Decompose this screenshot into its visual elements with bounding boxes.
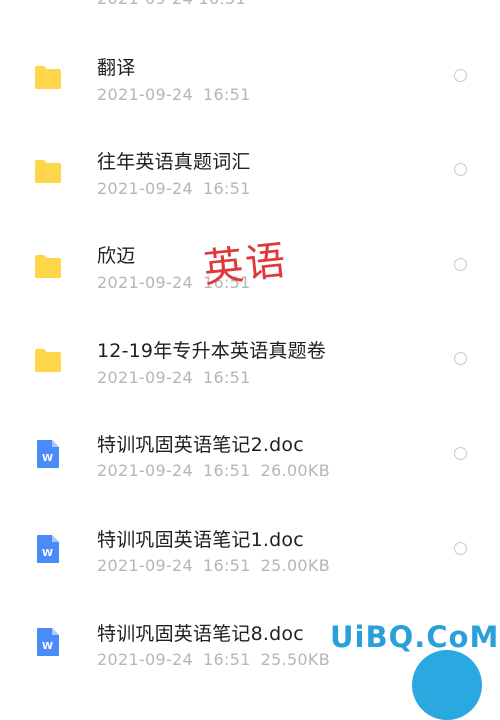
file-time: 16:51 [202, 461, 251, 480]
doc-glyph: W [42, 453, 53, 464]
file-name: 特训巩固英语笔记2.doc [97, 434, 304, 456]
folder-icon [33, 253, 63, 283]
doc-glyph: W [42, 641, 53, 652]
file-meta: 2021-09-24 16:51 [97, 85, 251, 104]
floating-action-button[interactable] [412, 650, 482, 720]
file-meta: 2021-09-24 16:51 [97, 368, 251, 387]
file-date: 2021-09-24 [97, 273, 193, 292]
site-watermark-logo: UiBQ.CoM [330, 620, 500, 654]
select-radio[interactable] [454, 69, 467, 82]
file-name: 往年英语真题词汇 [97, 151, 251, 173]
folder-icon [33, 64, 63, 94]
folder-icon [33, 158, 63, 188]
select-radio[interactable] [454, 163, 467, 176]
file-time: 16:51 [202, 179, 251, 198]
file-meta: 2021-09-24 16:51 25.00KB [97, 556, 330, 575]
word-doc-icon: W [36, 534, 60, 568]
file-date: 2021-09-24 [97, 85, 193, 104]
file-date: 2021-09-24 [97, 179, 193, 198]
file-name: 12-19年专升本英语真题卷 [97, 340, 327, 362]
list-item[interactable]: 翻译 2021-09-24 16:51 [0, 48, 500, 142]
file-time: 16:51 [202, 650, 251, 669]
file-name: 翻译 [97, 57, 136, 79]
select-radio[interactable] [454, 542, 467, 555]
file-name: 欣迈 [97, 245, 136, 267]
select-radio[interactable] [454, 447, 467, 460]
file-name: 特训巩固英语笔记8.doc [97, 623, 304, 645]
file-meta: 2021-09-24 16:51 26.00KB [97, 461, 330, 480]
select-radio[interactable] [454, 258, 467, 271]
file-meta: 2021-09-24 16:51 [97, 179, 251, 198]
file-size: 25.00KB [260, 556, 330, 575]
list-item[interactable]: W 特训巩固英语笔记2.doc 2021-09-24 16:51 26.00KB [0, 426, 500, 520]
file-date: 2021-09-24 [97, 650, 193, 669]
file-size: 26.00KB [260, 461, 330, 480]
file-name: 特训巩固英语笔记1.doc [97, 529, 304, 551]
file-meta: 2021-09-24 16:51 25.50KB [97, 650, 330, 669]
watermark-text: 英语 [201, 237, 290, 293]
file-date: 2021-09-24 [97, 556, 193, 575]
word-doc-icon: W [36, 439, 60, 473]
folder-icon [33, 347, 63, 377]
list-item[interactable]: W 特训巩固英语笔记1.doc 2021-09-24 16:51 25.00KB [0, 521, 500, 615]
file-date: 2021-09-24 [97, 461, 193, 480]
file-date: 2021-09-24 [97, 368, 193, 387]
word-doc-icon: W [36, 627, 60, 661]
list-item[interactable]: 往年英语真题词汇 2021-09-24 16:51 [0, 142, 500, 236]
file-time: 16:51 [202, 368, 251, 387]
doc-glyph: W [42, 548, 53, 559]
list-item[interactable]: 12-19年专升本英语真题卷 2021-09-24 16:51 [0, 332, 500, 426]
file-time: 16:51 [202, 85, 251, 104]
file-meta-partial: 2021-09-24 16:51 [97, 0, 246, 8]
file-time: 16:51 [202, 556, 251, 575]
select-radio[interactable] [454, 352, 467, 365]
file-size: 25.50KB [260, 650, 330, 669]
